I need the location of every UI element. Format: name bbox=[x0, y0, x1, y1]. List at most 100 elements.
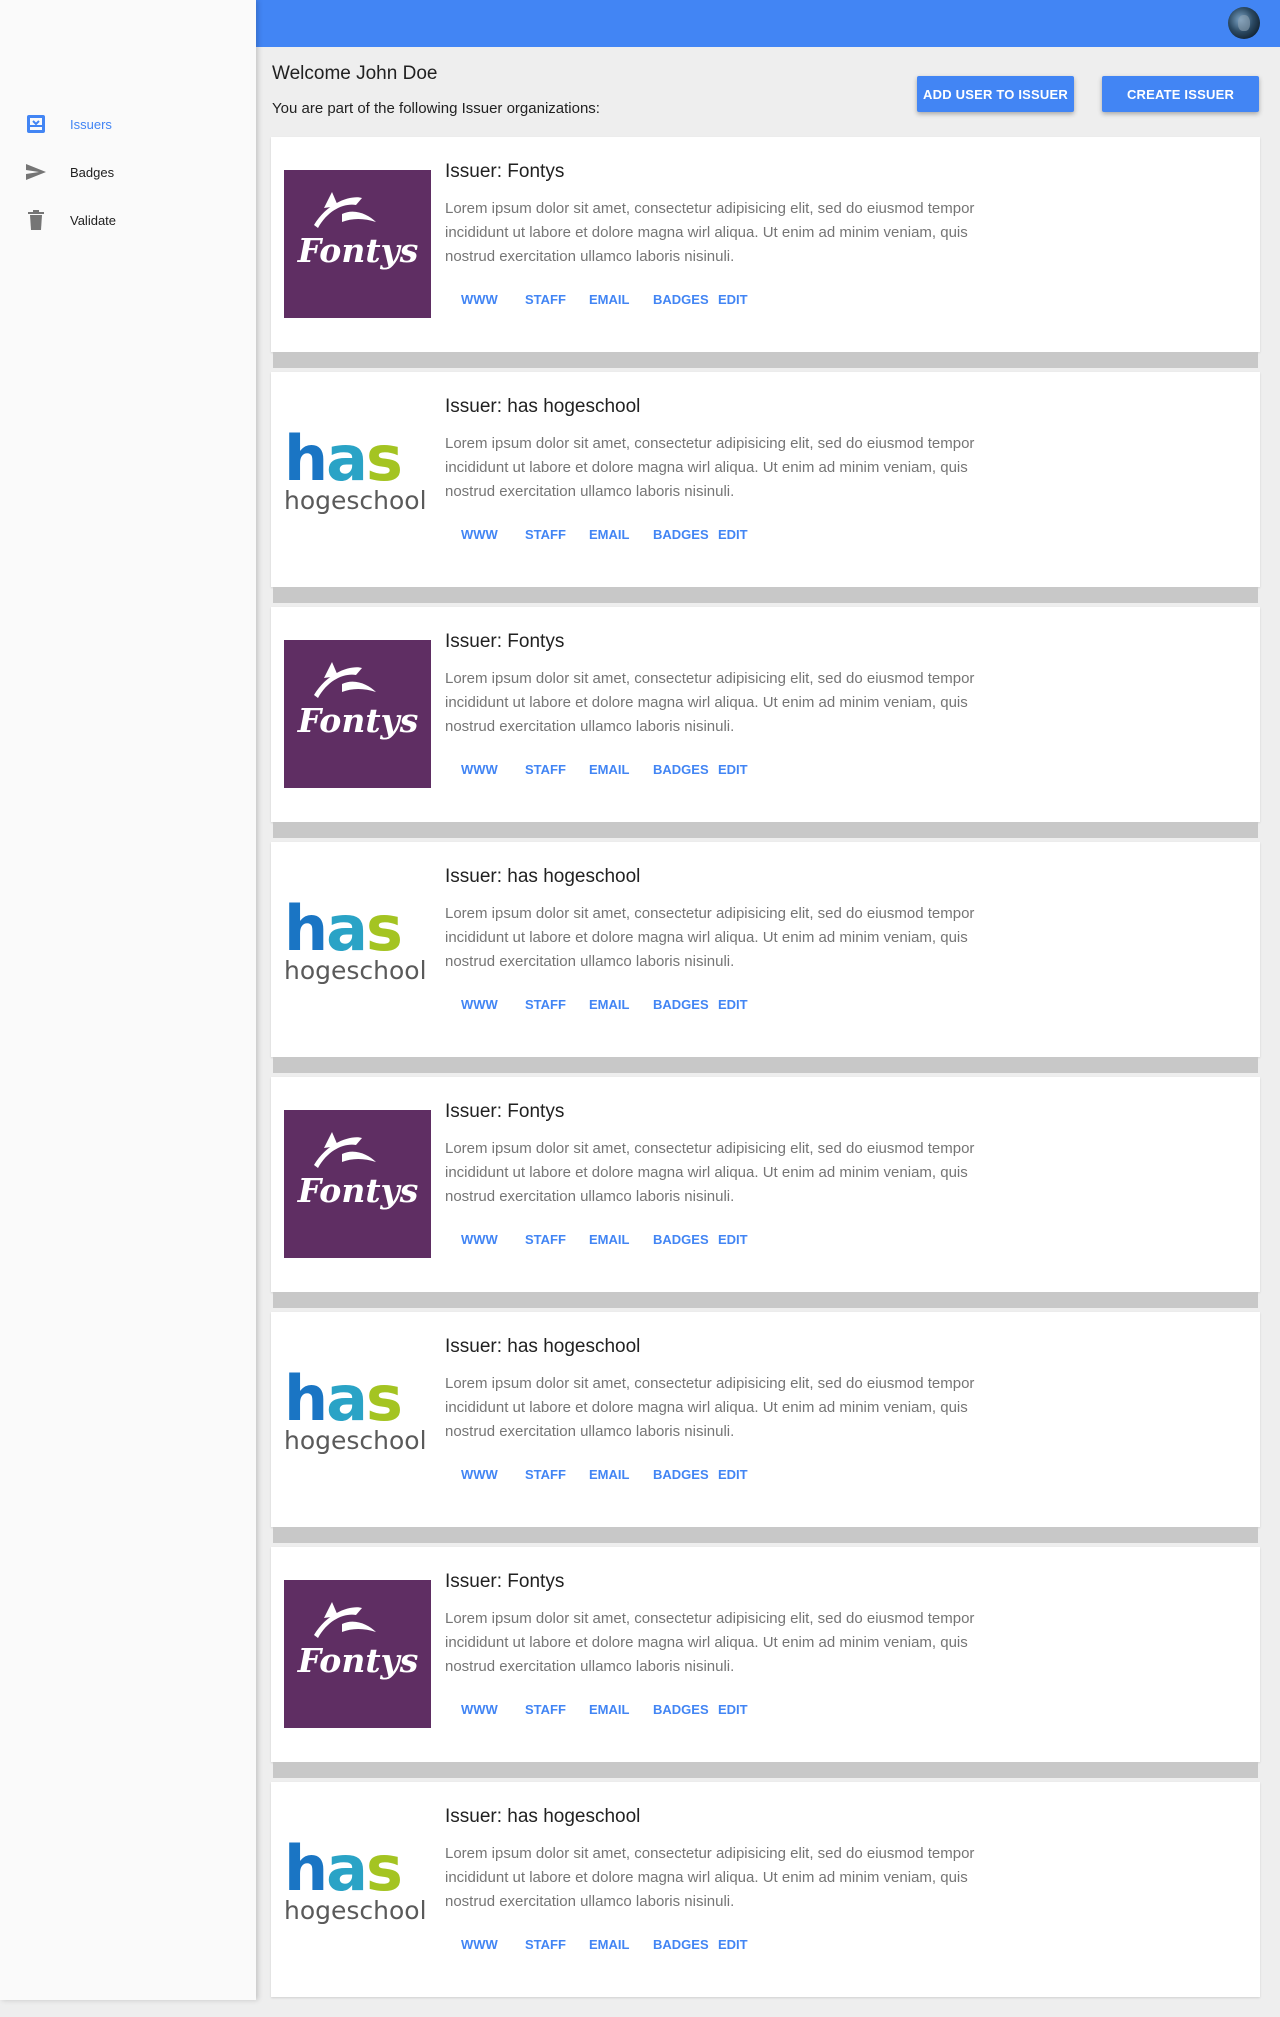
action-edit-button[interactable]: EDIT bbox=[718, 1232, 748, 1247]
issuer-description: Lorem ipsum dolor sit amet, consectetur … bbox=[445, 435, 975, 500]
sidebar-item-label: Validate bbox=[70, 212, 117, 228]
sidebar-item-label: Issuers bbox=[70, 116, 112, 132]
svg-text:Fontys: Fontys bbox=[297, 701, 419, 740]
send-icon bbox=[24, 160, 48, 184]
action-www-button[interactable]: WWW bbox=[461, 762, 498, 777]
action-staff-button[interactable]: STAFF bbox=[525, 1702, 566, 1717]
issuer-card: has hogeschool Issuer: has hogeschool Lo… bbox=[271, 1782, 1260, 1997]
action-badges-button[interactable]: BADGES bbox=[653, 997, 709, 1012]
action-staff-button[interactable]: STAFF bbox=[525, 1232, 566, 1247]
issuer-title: Issuer: Fontys bbox=[445, 1101, 565, 1122]
svg-text:Fontys: Fontys bbox=[297, 231, 419, 270]
svg-text:hogeschool: hogeschool bbox=[284, 486, 427, 515]
action-www-button[interactable]: WWW bbox=[461, 1467, 498, 1482]
action-email-button[interactable]: EMAIL bbox=[589, 1467, 629, 1482]
issuer-card: Fontys Issuer: Fontys Lorem ipsum dolor … bbox=[271, 607, 1260, 822]
has-hogeschool-logo: has hogeschool bbox=[284, 405, 431, 553]
action-edit-button[interactable]: EDIT bbox=[718, 527, 748, 542]
top-app-bar bbox=[256, 0, 1280, 47]
issuer-card: has hogeschool Issuer: has hogeschool Lo… bbox=[271, 372, 1260, 587]
issuer-card: has hogeschool Issuer: has hogeschool Lo… bbox=[271, 1312, 1260, 1527]
inbox-icon bbox=[24, 112, 48, 136]
sidebar-item-validate[interactable]: Validate bbox=[0, 196, 256, 244]
action-badges-button[interactable]: BADGES bbox=[653, 762, 709, 777]
action-email-button[interactable]: EMAIL bbox=[589, 1702, 629, 1717]
issuer-card: Fontys Issuer: Fontys Lorem ipsum dolor … bbox=[271, 1077, 1260, 1292]
action-www-button[interactable]: WWW bbox=[461, 1232, 498, 1247]
svg-text:hogeschool: hogeschool bbox=[284, 1426, 427, 1455]
action-email-button[interactable]: EMAIL bbox=[589, 1232, 629, 1247]
issuer-title: Issuer: has hogeschool bbox=[445, 396, 641, 417]
svg-text:Fontys: Fontys bbox=[297, 1641, 419, 1680]
sidebar-item-label: Badges bbox=[70, 164, 115, 180]
issuer-description: Lorem ipsum dolor sit amet, consectetur … bbox=[445, 1845, 975, 1910]
action-www-button[interactable]: WWW bbox=[461, 527, 498, 542]
issuer-card: has hogeschool Issuer: has hogeschool Lo… bbox=[271, 842, 1260, 1057]
fontys-logo: Fontys bbox=[284, 640, 431, 788]
action-edit-button[interactable]: EDIT bbox=[718, 1937, 748, 1952]
sidebar-item-issuers[interactable]: Issuers bbox=[0, 100, 256, 148]
action-www-button[interactable]: WWW bbox=[461, 1702, 498, 1717]
action-email-button[interactable]: EMAIL bbox=[589, 1937, 629, 1952]
issuer-description: Lorem ipsum dolor sit amet, consectetur … bbox=[445, 1140, 975, 1205]
action-email-button[interactable]: EMAIL bbox=[589, 997, 629, 1012]
add-user-to-issuer-button[interactable]: ADD USER TO ISSUER bbox=[917, 76, 1074, 112]
svg-text:hogeschool: hogeschool bbox=[284, 956, 427, 985]
trash-icon bbox=[24, 208, 48, 232]
action-edit-button[interactable]: EDIT bbox=[718, 997, 748, 1012]
action-staff-button[interactable]: STAFF bbox=[525, 292, 566, 307]
action-email-button[interactable]: EMAIL bbox=[589, 762, 629, 777]
issuer-description: Lorem ipsum dolor sit amet, consectetur … bbox=[445, 670, 975, 735]
issuer-card: Fontys Issuer: Fontys Lorem ipsum dolor … bbox=[271, 137, 1260, 352]
fontys-logo: Fontys bbox=[284, 1110, 431, 1258]
svg-text:has: has bbox=[284, 1362, 401, 1435]
issuer-card: Fontys Issuer: Fontys Lorem ipsum dolor … bbox=[271, 1547, 1260, 1762]
action-badges-button[interactable]: BADGES bbox=[653, 527, 709, 542]
issuer-title: Issuer: has hogeschool bbox=[445, 1806, 641, 1827]
action-badges-button[interactable]: BADGES bbox=[653, 1937, 709, 1952]
action-www-button[interactable]: WWW bbox=[461, 997, 498, 1012]
action-badges-button[interactable]: BADGES bbox=[653, 1467, 709, 1482]
action-edit-button[interactable]: EDIT bbox=[718, 762, 748, 777]
action-staff-button[interactable]: STAFF bbox=[525, 997, 566, 1012]
issuer-description: Lorem ipsum dolor sit amet, consectetur … bbox=[445, 1375, 975, 1440]
sidebar-nav: Issuers Badges Validate bbox=[0, 100, 256, 244]
sidebar-item-badges[interactable]: Badges bbox=[0, 148, 256, 196]
issuer-title: Issuer: Fontys bbox=[445, 631, 565, 652]
has-hogeschool-logo: has hogeschool bbox=[284, 875, 431, 1023]
svg-text:has: has bbox=[284, 892, 401, 965]
page-title: Welcome John Doe bbox=[272, 63, 438, 84]
user-avatar[interactable] bbox=[1228, 7, 1260, 39]
issuer-title: Issuer: has hogeschool bbox=[445, 866, 641, 887]
issuer-description: Lorem ipsum dolor sit amet, consectetur … bbox=[445, 200, 975, 265]
action-staff-button[interactable]: STAFF bbox=[525, 1937, 566, 1952]
issuer-description: Lorem ipsum dolor sit amet, consectetur … bbox=[445, 905, 975, 970]
action-email-button[interactable]: EMAIL bbox=[589, 527, 629, 542]
issuer-list: Fontys Issuer: Fontys Lorem ipsum dolor … bbox=[271, 137, 1260, 2017]
has-hogeschool-logo: has hogeschool bbox=[284, 1345, 431, 1493]
sidebar: Issuers Badges Validate bbox=[0, 0, 256, 2000]
has-hogeschool-logo: has hogeschool bbox=[284, 1815, 431, 1963]
action-edit-button[interactable]: EDIT bbox=[718, 1467, 748, 1482]
page-subtitle: You are part of the following Issuer org… bbox=[272, 100, 600, 117]
action-staff-button[interactable]: STAFF bbox=[525, 527, 566, 542]
action-staff-button[interactable]: STAFF bbox=[525, 1467, 566, 1482]
fontys-logo: Fontys bbox=[284, 170, 431, 318]
svg-text:Fontys: Fontys bbox=[297, 1171, 419, 1210]
action-www-button[interactable]: WWW bbox=[461, 1937, 498, 1952]
issuer-title: Issuer: Fontys bbox=[445, 1571, 565, 1592]
issuer-title: Issuer: Fontys bbox=[445, 161, 565, 182]
action-email-button[interactable]: EMAIL bbox=[589, 292, 629, 307]
issuer-description: Lorem ipsum dolor sit amet, consectetur … bbox=[445, 1610, 975, 1675]
action-edit-button[interactable]: EDIT bbox=[718, 1702, 748, 1717]
svg-text:hogeschool: hogeschool bbox=[284, 1896, 427, 1925]
issuer-title: Issuer: has hogeschool bbox=[445, 1336, 641, 1357]
create-issuer-button[interactable]: CREATE ISSUER bbox=[1102, 76, 1259, 112]
action-badges-button[interactable]: BADGES bbox=[653, 292, 709, 307]
action-badges-button[interactable]: BADGES bbox=[653, 1232, 709, 1247]
action-staff-button[interactable]: STAFF bbox=[525, 762, 566, 777]
svg-text:has: has bbox=[284, 1832, 401, 1905]
action-badges-button[interactable]: BADGES bbox=[653, 1702, 709, 1717]
action-www-button[interactable]: WWW bbox=[461, 292, 498, 307]
action-edit-button[interactable]: EDIT bbox=[718, 292, 748, 307]
